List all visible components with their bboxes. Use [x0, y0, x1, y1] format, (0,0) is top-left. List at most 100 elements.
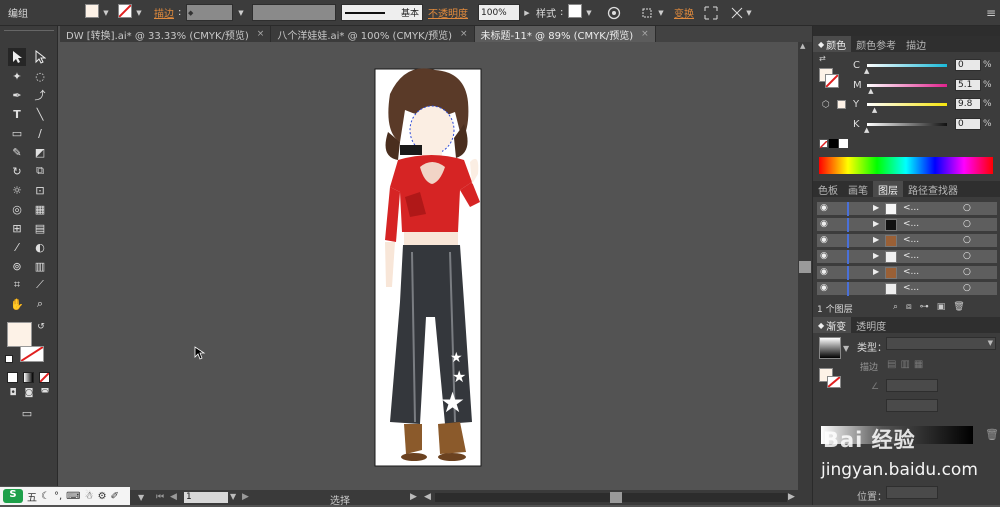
tab-color-guide[interactable]: 颜色参考 — [851, 36, 901, 52]
arrange-icon[interactable] — [730, 4, 744, 21]
visibility-eye-icon[interactable]: ◉ — [820, 219, 828, 229]
layer-name-text[interactable]: <... — [903, 203, 919, 213]
expand-arrow-icon[interactable]: ▶ — [873, 235, 879, 244]
brush-definition-dropdown[interactable]: 基本 — [341, 4, 423, 21]
zoom-tool-icon[interactable]: ⌕ — [31, 295, 49, 313]
rotate-tool-icon[interactable]: ↻ — [8, 162, 26, 180]
stroke-dropdown-arrow[interactable]: ▼ — [134, 4, 144, 21]
tab-close-icon[interactable]: × — [641, 29, 649, 39]
draw-behind-icon[interactable]: ◙ — [22, 386, 36, 400]
slice-tool-icon[interactable]: ⟋ — [31, 276, 49, 294]
hand-tool-icon[interactable]: ✋ — [8, 295, 26, 313]
fill-dropdown-arrow[interactable]: ▼ — [101, 4, 111, 21]
angle-field[interactable] — [886, 379, 938, 392]
tab-untitled-11[interactable]: 未标题-11* @ 89% (CMYK/预览) × — [474, 26, 656, 42]
stroke-weight-field[interactable]: ◆ — [186, 4, 233, 21]
magic-wand-icon[interactable]: ✦ — [8, 67, 26, 85]
layer-row[interactable]: ◉ ▶ <... ○ — [817, 234, 997, 248]
delete-stop-icon[interactable]: 🗑 — [985, 428, 999, 441]
color-mode-icon[interactable] — [7, 372, 18, 383]
layer-name-text[interactable]: <... — [903, 267, 919, 277]
slider-handle-icon[interactable]: ▲ — [872, 106, 877, 114]
gradient-preview-arrow[interactable]: ▼ — [843, 344, 849, 353]
visibility-eye-icon[interactable]: ◉ — [820, 235, 828, 245]
layer-row[interactable]: ◉ ▶ <... ○ — [817, 202, 997, 216]
channel-value-field[interactable]: 0 — [955, 59, 981, 71]
layer-name-text[interactable]: <... — [903, 283, 919, 293]
style-dropdown-arrow[interactable]: ▼ — [584, 4, 594, 21]
aspect-ratio-field[interactable] — [886, 399, 938, 412]
fill-color-box[interactable] — [7, 322, 32, 347]
panel-menu-icon[interactable]: ≡ — [986, 4, 996, 21]
visibility-eye-icon[interactable]: ◉ — [820, 203, 828, 213]
next-page-icon[interactable]: ▶ — [242, 492, 249, 502]
shape-builder-icon[interactable]: ◎ — [8, 200, 26, 218]
visibility-eye-icon[interactable]: ◉ — [820, 283, 828, 293]
curvature-tool-icon[interactable]: ⤴ — [31, 86, 49, 104]
swap-colors-icon[interactable]: ↺ — [36, 322, 46, 332]
type-tool-icon[interactable]: T — [8, 105, 26, 123]
expand-arrow-icon[interactable]: ▶ — [873, 251, 879, 260]
prev-page-icon[interactable]: ◀ — [170, 492, 177, 502]
sogou-logo-icon[interactable]: S — [3, 489, 23, 503]
visibility-eye-icon[interactable]: ◉ — [820, 251, 828, 261]
scroll-up-arrow[interactable]: ▲ — [800, 42, 805, 50]
isolate-icon[interactable] — [704, 4, 718, 21]
tab-layers[interactable]: 图层 — [873, 181, 903, 197]
stroke-within-icon[interactable]: ▤ — [887, 359, 900, 370]
default-colors-icon[interactable] — [5, 355, 13, 363]
channel-slider[interactable]: ▲ — [867, 102, 947, 114]
selection-tool-icon[interactable] — [8, 48, 26, 66]
blend-tool-icon[interactable]: ◐ — [31, 238, 49, 256]
fill-swatch[interactable] — [85, 4, 99, 18]
draw-inside-icon[interactable]: ◚ — [38, 386, 52, 400]
skin-icon[interactable]: ☃ — [85, 491, 94, 502]
toolbox-icon[interactable]: ⚙ — [98, 491, 107, 502]
target-circle-icon[interactable]: ○ — [963, 283, 971, 293]
tab-gradient[interactable]: ◆ 渐变 — [813, 317, 852, 333]
gradient-position-field[interactable] — [886, 486, 938, 499]
tab-swatches[interactable]: 色板 — [813, 181, 843, 197]
lasso-icon[interactable]: ◌ — [31, 67, 49, 85]
channel-value-field[interactable]: 0 — [955, 118, 981, 130]
align-icon[interactable] — [640, 4, 656, 21]
channel-value-field[interactable]: 9.8 — [955, 98, 981, 110]
document-canvas[interactable]: ★ ★ ★ — [60, 42, 798, 490]
expand-arrow-icon[interactable]: ▶ — [873, 203, 879, 212]
pen-tool-icon[interactable]: ✒ — [8, 86, 26, 104]
arrange-dropdown-arrow[interactable]: ▼ — [744, 4, 754, 21]
stroke-label[interactable]: 描边 — [154, 4, 174, 21]
eyedropper-icon[interactable]: ⁄ — [8, 238, 26, 256]
tab-eight-dolls[interactable]: 八个洋娃娃.ai* @ 100% (CMYK/预览) × — [271, 26, 475, 42]
wrench-icon[interactable]: ✐ — [111, 491, 119, 502]
free-transform-icon[interactable]: ⊡ — [31, 181, 49, 199]
scroll-right-arrow[interactable]: ▶ — [788, 492, 795, 502]
gamut-swatch[interactable] — [837, 100, 846, 109]
tab-stroke[interactable]: 描边 — [901, 36, 931, 52]
artboard-tool-icon[interactable]: ⌗ — [8, 276, 26, 294]
target-circle-icon[interactable]: ○ — [963, 235, 971, 245]
scroll-left-arrow[interactable]: ◀ — [424, 492, 431, 502]
page-number-field[interactable]: 1 — [184, 492, 228, 503]
gradient-preview[interactable] — [819, 337, 841, 359]
stroke-along-icon[interactable]: ▥ — [900, 359, 913, 370]
gradient-stroke-swatch[interactable] — [827, 376, 841, 388]
stroke-none-box[interactable] — [20, 346, 44, 362]
draw-normal-icon[interactable]: ◘ — [6, 386, 20, 400]
black-color-chip[interactable] — [829, 139, 838, 148]
new-layer-icon[interactable]: ▣ — [937, 302, 954, 312]
target-circle-icon[interactable]: ○ — [963, 251, 971, 261]
layer-name-text[interactable]: <... — [903, 219, 919, 229]
color-spectrum-bar[interactable] — [819, 157, 993, 174]
graphic-style-swatch[interactable] — [568, 4, 582, 18]
expand-arrow-icon[interactable]: ▶ — [873, 219, 879, 228]
layer-row[interactable]: ◉ ▶ <... ○ — [817, 266, 997, 280]
slider-handle-icon[interactable]: ▲ — [864, 67, 869, 75]
gradient-tool-icon[interactable]: ▤ — [31, 219, 49, 237]
symbol-sprayer-icon[interactable]: ⊚ — [8, 257, 26, 275]
warp-tool-icon[interactable]: ☼ — [8, 181, 26, 199]
color-stroke-swatch[interactable] — [825, 74, 839, 88]
screen-mode-icon[interactable]: ▭ — [18, 406, 36, 420]
stroke-across-icon[interactable]: ▦ — [914, 359, 927, 370]
locate-object-icon[interactable]: ⌕ — [893, 302, 906, 312]
